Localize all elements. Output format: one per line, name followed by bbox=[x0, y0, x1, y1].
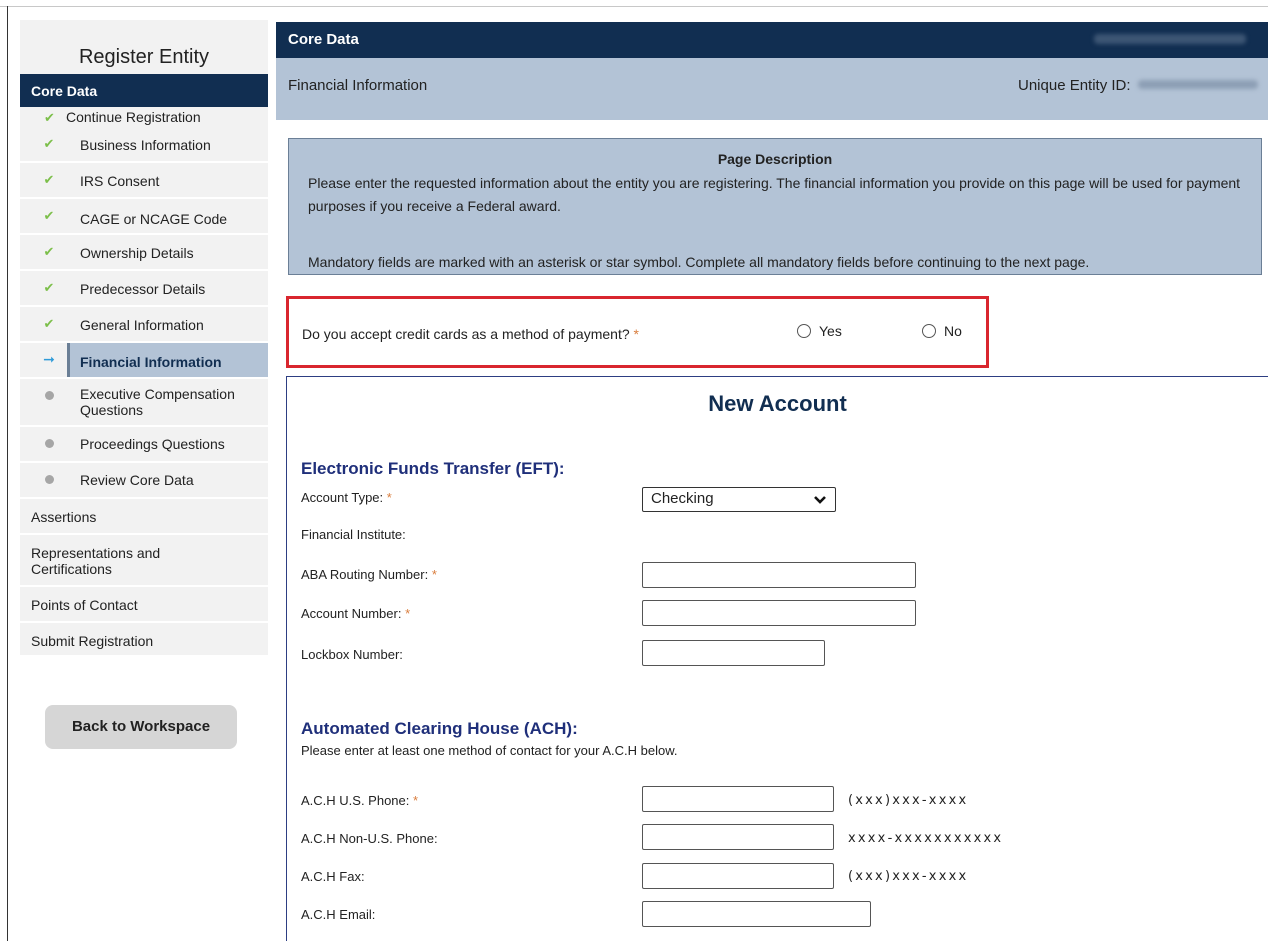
unique-entity-id-label: Unique Entity ID: bbox=[1018, 77, 1131, 94]
sidebar-item-label: CAGE or NCAGE Code bbox=[80, 211, 228, 227]
ach-non-us-phone-input[interactable] bbox=[642, 824, 834, 850]
ach-us-phone-input[interactable] bbox=[642, 786, 834, 812]
sidebar-title: Register Entity bbox=[20, 20, 268, 74]
new-account-panel: New Account Electronic Funds Transfer (E… bbox=[286, 376, 1268, 941]
account-number-label: Account Number: * bbox=[301, 606, 410, 621]
required-asterisk: * bbox=[386, 490, 392, 505]
lockbox-number-label: Lockbox Number: bbox=[301, 647, 403, 662]
page-section-title: Core Data bbox=[288, 31, 359, 48]
ach-fax-label: A.C.H Fax: bbox=[301, 869, 365, 884]
aba-routing-label-text: ABA Routing Number: bbox=[301, 567, 429, 582]
required-asterisk: * bbox=[405, 606, 411, 621]
sidebar-item-cage-code[interactable]: ✔ CAGE or NCAGE Code bbox=[20, 199, 268, 235]
radio-circle-icon[interactable] bbox=[797, 324, 811, 338]
sidebar-item-label: IRS Consent bbox=[80, 173, 160, 189]
ach-non-us-phone-format: xxxx-xxxxxxxxxxx bbox=[848, 831, 1004, 846]
sidebar-item-review-core-data[interactable]: Review Core Data bbox=[20, 463, 268, 499]
account-number-label-text: Account Number: bbox=[301, 606, 402, 621]
sidebar-section-points-of-contact[interactable]: Points of Contact bbox=[20, 587, 268, 623]
ach-non-us-phone-label: A.C.H Non-U.S. Phone: bbox=[301, 831, 438, 846]
redacted-unique-entity-id bbox=[1138, 80, 1258, 89]
ach-note: Please enter at least one method of cont… bbox=[301, 743, 678, 758]
continue-registration[interactable]: ✔ Continue Registration bbox=[20, 107, 268, 127]
chevron-down-icon bbox=[813, 492, 827, 509]
required-asterisk: * bbox=[633, 326, 639, 342]
credit-card-yes-radio[interactable]: Yes bbox=[797, 323, 842, 339]
aba-routing-number-input[interactable] bbox=[642, 562, 916, 588]
left-frame-border bbox=[7, 6, 8, 941]
credit-card-no-label: No bbox=[944, 323, 962, 339]
credit-card-question-box: Do you accept credit cards as a method o… bbox=[286, 296, 989, 368]
check-icon: ✔ bbox=[43, 244, 55, 259]
sidebar-item-label: Review Core Data bbox=[80, 472, 194, 488]
sidebar-item-label: Ownership Details bbox=[80, 245, 194, 261]
page-title: Financial Information bbox=[288, 77, 428, 94]
aba-routing-label: ABA Routing Number: * bbox=[301, 567, 437, 582]
sidebar-item-ownership-details[interactable]: ✔ Ownership Details bbox=[20, 235, 268, 271]
account-type-label: Account Type: * bbox=[301, 490, 392, 505]
credit-card-question-text: Do you accept credit cards as a method o… bbox=[302, 326, 630, 342]
check-icon: ✔ bbox=[43, 280, 55, 295]
account-type-label-text: Account Type: bbox=[301, 490, 384, 505]
credit-card-no-radio[interactable]: No bbox=[922, 323, 962, 339]
sidebar-item-label: Executive Compensation Questions bbox=[80, 386, 235, 418]
top-divider bbox=[0, 6, 1268, 7]
sidebar-section-assertions[interactable]: Assertions bbox=[20, 499, 268, 535]
ach-us-phone-label-text: A.C.H U.S. Phone: bbox=[301, 793, 410, 808]
sidebar-item-label: Proceedings Questions bbox=[80, 436, 225, 452]
required-asterisk: * bbox=[413, 793, 419, 808]
eft-heading: Electronic Funds Transfer (EFT): bbox=[301, 459, 565, 478]
sidebar-item-predecessor-details[interactable]: ✔ Predecessor Details bbox=[20, 271, 268, 307]
sidebar-item-business-information[interactable]: ✔ Business Information bbox=[20, 127, 268, 163]
check-icon: ✔ bbox=[43, 136, 55, 151]
sidebar-item-label: General Information bbox=[80, 317, 204, 333]
sidebar-item-general-information[interactable]: ✔ General Information bbox=[20, 307, 268, 343]
sidebar: Register Entity Core Data ✔ Continue Reg… bbox=[20, 20, 268, 657]
page-description-mandatory-note: Mandatory fields are marked with an aste… bbox=[308, 254, 1090, 270]
sidebar-item-irs-consent[interactable]: ✔ IRS Consent bbox=[20, 163, 268, 199]
header-bar: Core Data bbox=[276, 22, 1268, 58]
ach-heading: Automated Clearing House (ACH): bbox=[301, 719, 578, 738]
redacted-entity-name bbox=[1094, 34, 1246, 44]
sidebar-item-proceedings-questions[interactable]: Proceedings Questions bbox=[20, 427, 268, 463]
back-to-workspace-button[interactable]: Back to Workspace bbox=[45, 705, 237, 749]
radio-circle-icon[interactable] bbox=[922, 324, 936, 338]
sidebar-section-submit-registration[interactable]: Submit Registration bbox=[20, 623, 268, 657]
check-icon: ✔ bbox=[44, 110, 55, 125]
credit-card-question: Do you accept credit cards as a method o… bbox=[302, 326, 639, 342]
sidebar-item-label: Business Information bbox=[80, 137, 211, 153]
ach-fax-format: (xxx)xxx-xxxx bbox=[848, 869, 969, 884]
financial-institute-label: Financial Institute: bbox=[301, 527, 406, 542]
account-number-input[interactable] bbox=[642, 600, 916, 626]
sidebar-item-financial-information[interactable]: ➞ Financial Information bbox=[20, 343, 268, 379]
check-icon: ✔ bbox=[43, 316, 55, 331]
sidebar-item-label: Predecessor Details bbox=[80, 281, 206, 297]
sidebar-item-label: Financial Information bbox=[80, 354, 222, 370]
ach-us-phone-format: (xxx)xxx-xxxx bbox=[848, 793, 969, 808]
sidebar-item-executive-compensation[interactable]: Executive Compensation Questions bbox=[20, 379, 268, 427]
subheader-bar: Financial Information Unique Entity ID: bbox=[276, 58, 1268, 120]
page-description-title: Page Description bbox=[717, 151, 833, 167]
ach-email-input[interactable] bbox=[642, 901, 871, 927]
sidebar-section-core-data[interactable]: Core Data bbox=[20, 74, 268, 107]
pending-dot-icon bbox=[43, 435, 55, 451]
page-description-text: Please enter the requested information a… bbox=[308, 175, 1241, 214]
account-type-value: Checking bbox=[651, 490, 714, 507]
new-account-title: New Account bbox=[708, 391, 847, 416]
check-icon: ✔ bbox=[43, 208, 55, 223]
ach-us-phone-label: A.C.H U.S. Phone: * bbox=[301, 793, 418, 808]
page-description: Page Description Please enter the reques… bbox=[288, 138, 1262, 275]
check-icon: ✔ bbox=[43, 172, 55, 187]
required-asterisk: * bbox=[431, 567, 437, 582]
pending-dot-icon bbox=[43, 387, 55, 403]
arrow-right-icon: ➞ bbox=[43, 351, 55, 367]
lockbox-number-input[interactable] bbox=[642, 640, 825, 666]
sidebar-section-reps-and-certs[interactable]: Representations and Certifications bbox=[20, 535, 268, 587]
credit-card-yes-label: Yes bbox=[819, 323, 842, 339]
ach-fax-input[interactable] bbox=[642, 863, 834, 889]
continue-registration-label: Continue Registration bbox=[66, 109, 201, 125]
account-type-select[interactable]: Checking bbox=[642, 487, 836, 512]
ach-email-label: A.C.H Email: bbox=[301, 907, 376, 922]
pending-dot-icon bbox=[43, 471, 55, 487]
